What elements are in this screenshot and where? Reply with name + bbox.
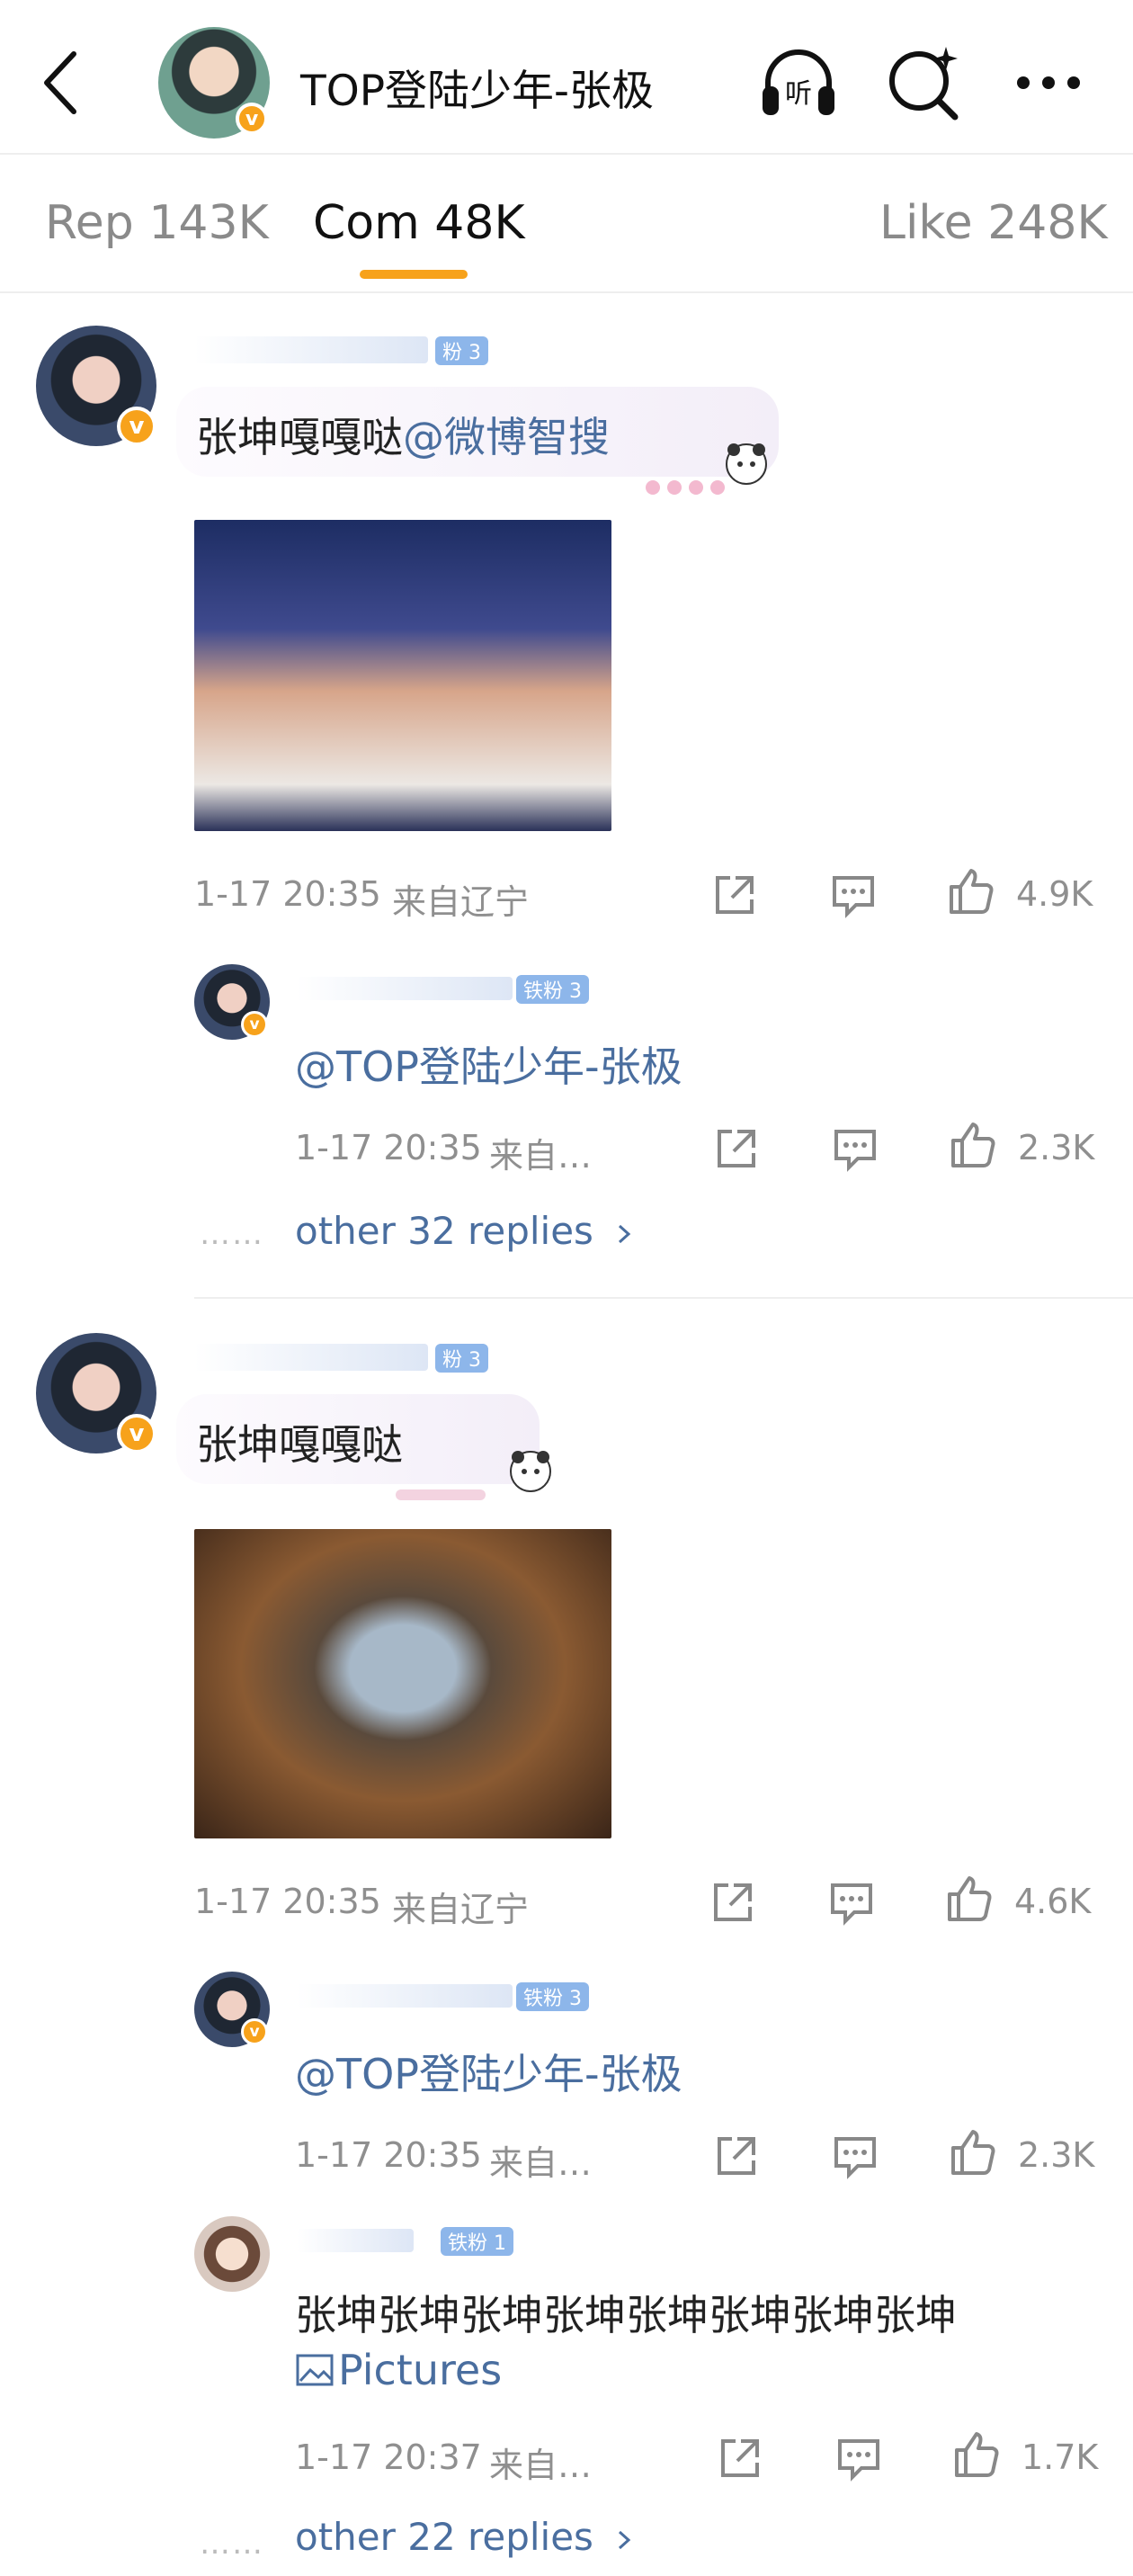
more-dots-icon (1017, 76, 1080, 89)
comment-image[interactable] (194, 520, 611, 831)
comment-body: 张坤嘎嘎哒 (196, 413, 403, 461)
back-arrow-icon (44, 51, 76, 114)
page-title: TOP登陆少年-张极 (300, 67, 655, 116)
reply-time: 1-17 20:35 (295, 1128, 482, 1167)
like-button[interactable] (951, 2430, 1000, 2479)
comment-text: 张坤嘎嘎哒 (196, 1420, 403, 1469)
fan-badge: 铁粉 3 (516, 1982, 589, 2011)
comment-time: 1-17 20:35 (194, 1882, 381, 1921)
verified-badge: v (241, 2018, 268, 2045)
thumbs-up-icon (955, 2432, 999, 2477)
active-tab-indicator (360, 270, 468, 279)
chevron-right-icon (619, 2530, 631, 2549)
share-button[interactable] (712, 2132, 761, 2180)
bubble-decoration (387, 1439, 566, 1511)
tab-divider (0, 291, 1133, 293)
thumbs-up-icon (950, 869, 994, 914)
listen-button[interactable]: 听 (755, 40, 842, 126)
comment-icon (833, 876, 874, 918)
comment-button[interactable] (829, 871, 878, 919)
comment-button[interactable] (827, 1878, 876, 1927)
pictures-link[interactable]: Pictures (295, 2346, 502, 2394)
more-replies-link[interactable]: other 32 replies (295, 1209, 638, 1253)
comment-icon (838, 2439, 879, 2482)
chevron-right-icon (619, 1224, 631, 1243)
reply-username[interactable] (297, 2229, 414, 2252)
tab-reposts[interactable]: Rep 143K (45, 196, 269, 250)
reply-username[interactable] (297, 977, 513, 1000)
like-count: 4.9K (1016, 874, 1093, 914)
comment-icon (831, 1883, 872, 1926)
verified-badge: v (117, 1414, 156, 1453)
verified-badge: v (236, 103, 268, 135)
share-icon (718, 1130, 755, 1167)
mention-link[interactable]: @微博智搜 (403, 413, 610, 461)
back-button[interactable] (36, 47, 90, 119)
like-button[interactable] (948, 2128, 996, 2177)
username[interactable] (194, 1344, 428, 1371)
reply-time: 1-17 20:35 (295, 2135, 482, 2175)
comment-icon (834, 1130, 876, 1172)
share-icon (714, 1883, 752, 1921)
comment-image[interactable] (194, 1529, 611, 1838)
reply-mention[interactable]: @TOP登陆少年-张极 (295, 2042, 682, 2101)
comment-location: 来自辽宁 (392, 1890, 530, 1929)
more-replies-dots: …… (200, 2526, 264, 2562)
tab-comments[interactable]: Com 48K (313, 196, 525, 250)
comment-divider (194, 1297, 1133, 1299)
comment-button[interactable] (834, 2434, 883, 2482)
comment-button[interactable] (831, 2132, 879, 2180)
thumbs-up-icon (951, 1123, 995, 1167)
search-sparkle-icon (889, 47, 959, 121)
thumbs-up-icon (948, 1876, 992, 1921)
pictures-label: Pictures (338, 2346, 503, 2394)
share-button[interactable] (709, 1878, 757, 1927)
comment-time: 1-17 20:35 (194, 874, 381, 914)
comment-location: 来自辽宁 (392, 882, 530, 922)
picture-icon (296, 2354, 334, 2386)
reply-mention[interactable]: @TOP登陆少年-张极 (295, 1034, 682, 1094)
reply-text: 张坤张坤张坤张坤张坤张坤张坤张坤 (295, 2291, 957, 2339)
reply-location: 来自… (489, 2143, 593, 2183)
reply-location: 来自… (489, 1136, 593, 1176)
comment-text: 张坤嘎嘎哒@微博智搜 (196, 405, 610, 464)
search-button[interactable] (881, 40, 968, 126)
tab-likes[interactable]: Like 248K (879, 196, 1108, 250)
headphones-icon: 听 (763, 49, 834, 115)
reply-username[interactable] (297, 1984, 513, 2008)
share-icon (718, 2137, 755, 2175)
more-replies-dots: …… (200, 1216, 264, 1252)
more-replies-link[interactable]: other 22 replies (295, 2515, 638, 2559)
fan-badge: 铁粉 3 (516, 975, 589, 1004)
thumbs-up-icon (951, 2130, 995, 2175)
verified-badge: v (241, 1011, 268, 1038)
like-count: 2.3K (1018, 2135, 1095, 2175)
like-count: 1.7K (1021, 2437, 1099, 2477)
more-button[interactable] (1005, 40, 1092, 126)
reply-location: 来自… (489, 2446, 593, 2485)
verified-badge: v (117, 407, 156, 446)
share-icon (716, 876, 754, 914)
bubble-decoration (620, 432, 800, 504)
reply-avatar[interactable] (194, 2216, 270, 2292)
like-count: 2.3K (1018, 1128, 1095, 1167)
share-button[interactable] (710, 871, 759, 919)
share-button[interactable] (712, 1124, 761, 1173)
reply-time: 1-17 20:37 (295, 2437, 482, 2477)
share-icon (721, 2439, 759, 2477)
more-replies-label: other 32 replies (295, 1209, 593, 1253)
like-button[interactable] (944, 1874, 993, 1923)
like-button[interactable] (948, 1121, 996, 1169)
like-count: 4.6K (1014, 1882, 1092, 1921)
more-replies-label: other 22 replies (295, 2515, 593, 2559)
fan-badge: 粉 3 (435, 336, 488, 365)
share-button[interactable] (716, 2434, 764, 2482)
comment-button[interactable] (831, 1124, 879, 1173)
like-button[interactable] (946, 867, 995, 916)
svg-text:听: 听 (785, 78, 812, 110)
fan-badge: 铁粉 1 (441, 2227, 513, 2256)
username[interactable] (194, 336, 428, 363)
comment-icon (834, 2137, 876, 2179)
fan-badge: 粉 3 (435, 1344, 488, 1373)
